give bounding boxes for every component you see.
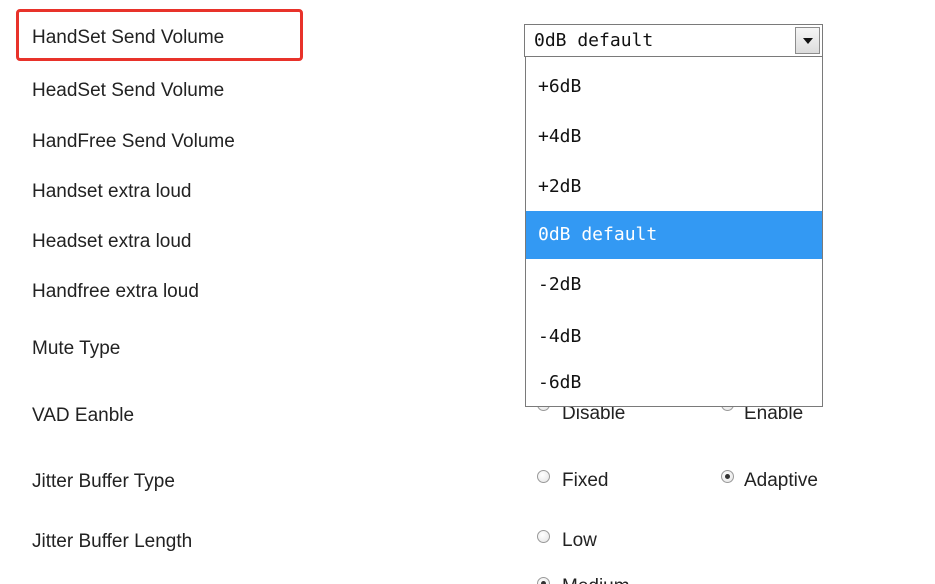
jitter-type-fixed-radio[interactable] xyxy=(537,470,550,483)
audio-settings-page: HandSet Send Volume HeadSet Send Volume … xyxy=(0,0,935,584)
dropdown-option[interactable]: -6dB xyxy=(526,359,822,406)
jitter-length-medium-radio[interactable] xyxy=(537,577,550,584)
headset-extra-loud-label: Headset extra loud xyxy=(32,231,192,252)
jitter-length-medium-label: Medium xyxy=(562,576,630,584)
headset-send-volume-label: HeadSet Send Volume xyxy=(32,80,225,101)
dropdown-option[interactable]: -2dB xyxy=(526,261,822,309)
select-current-value: 0dB default xyxy=(534,30,654,51)
handfree-send-volume-label: HandFree Send Volume xyxy=(32,131,235,152)
dropdown-option[interactable]: -4dB xyxy=(526,313,822,361)
jitter-length-low-label: Low xyxy=(562,530,597,551)
handset-send-volume-select[interactable]: 0dB default xyxy=(524,24,823,57)
handset-extra-loud-label: Handset extra loud xyxy=(32,181,192,202)
dropdown-arrow-button[interactable] xyxy=(795,27,820,54)
handset-send-volume-label: HandSet Send Volume xyxy=(32,27,225,48)
jitter-type-adaptive-radio[interactable] xyxy=(721,470,734,483)
jitter-type-fixed-label: Fixed xyxy=(562,470,609,491)
dropdown-option[interactable]: +2dB xyxy=(526,163,822,211)
volume-dropdown-list[interactable]: +6dB +4dB +2dB 0dB default -2dB -4dB -6d… xyxy=(525,56,823,407)
jitter-type-adaptive-label: Adaptive xyxy=(744,470,818,491)
dropdown-option[interactable]: +6dB xyxy=(526,63,822,111)
jitter-buffer-type-label: Jitter Buffer Type xyxy=(32,471,175,492)
jitter-buffer-length-label: Jitter Buffer Length xyxy=(32,531,193,552)
mute-type-label: Mute Type xyxy=(32,338,121,359)
dropdown-option-selected[interactable]: 0dB default xyxy=(526,211,822,259)
dropdown-option[interactable]: +4dB xyxy=(526,113,822,161)
handfree-extra-loud-label: Handfree extra loud xyxy=(32,281,199,302)
vad-enable-label: VAD Eanble xyxy=(32,405,135,426)
jitter-length-low-radio[interactable] xyxy=(537,530,550,543)
chevron-down-icon xyxy=(803,38,813,44)
